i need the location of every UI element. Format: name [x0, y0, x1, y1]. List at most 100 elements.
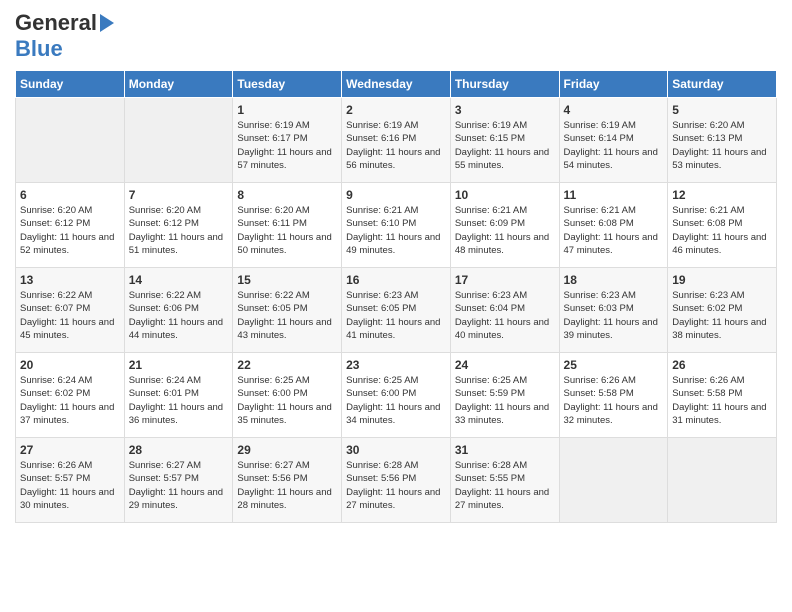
day-number: 30 — [346, 443, 446, 457]
day-info: Sunrise: 6:19 AMSunset: 6:15 PMDaylight:… — [455, 119, 555, 172]
weekday-tuesday: Tuesday — [233, 71, 342, 98]
day-info: Sunrise: 6:20 AMSunset: 6:13 PMDaylight:… — [672, 119, 772, 172]
day-info: Sunrise: 6:26 AMSunset: 5:58 PMDaylight:… — [672, 374, 772, 427]
day-info: Sunrise: 6:28 AMSunset: 5:56 PMDaylight:… — [346, 459, 446, 512]
day-number: 2 — [346, 103, 446, 117]
calendar-table: SundayMondayTuesdayWednesdayThursdayFrid… — [15, 70, 777, 523]
day-info: Sunrise: 6:23 AMSunset: 6:04 PMDaylight:… — [455, 289, 555, 342]
day-number: 22 — [237, 358, 337, 372]
calendar-cell: 26 Sunrise: 6:26 AMSunset: 5:58 PMDayligh… — [668, 353, 777, 438]
weekday-thursday: Thursday — [450, 71, 559, 98]
day-info: Sunrise: 6:20 AMSunset: 6:11 PMDaylight:… — [237, 204, 337, 257]
calendar-cell — [668, 438, 777, 523]
day-number: 7 — [129, 188, 229, 202]
day-info: Sunrise: 6:26 AMSunset: 5:58 PMDaylight:… — [564, 374, 664, 427]
calendar-cell: 30 Sunrise: 6:28 AMSunset: 5:56 PMDayligh… — [342, 438, 451, 523]
day-number: 21 — [129, 358, 229, 372]
weekday-friday: Friday — [559, 71, 668, 98]
day-info: Sunrise: 6:25 AMSunset: 5:59 PMDaylight:… — [455, 374, 555, 427]
calendar-cell: 13 Sunrise: 6:22 AMSunset: 6:07 PMDayligh… — [16, 268, 125, 353]
day-number: 12 — [672, 188, 772, 202]
day-number: 18 — [564, 273, 664, 287]
day-info: Sunrise: 6:20 AMSunset: 6:12 PMDaylight:… — [20, 204, 120, 257]
calendar-cell: 1 Sunrise: 6:19 AMSunset: 6:17 PMDaylight… — [233, 98, 342, 183]
calendar-header: SundayMondayTuesdayWednesdayThursdayFrid… — [16, 71, 777, 98]
day-info: Sunrise: 6:23 AMSunset: 6:03 PMDaylight:… — [564, 289, 664, 342]
calendar-cell: 4 Sunrise: 6:19 AMSunset: 6:14 PMDaylight… — [559, 98, 668, 183]
day-info: Sunrise: 6:21 AMSunset: 6:09 PMDaylight:… — [455, 204, 555, 257]
calendar-cell: 20Sunrise: 6:24 AMSunset: 6:02 PMDayligh… — [16, 353, 125, 438]
day-info: Sunrise: 6:21 AMSunset: 6:08 PMDaylight:… — [672, 204, 772, 257]
day-info: Sunrise: 6:27 AMSunset: 5:57 PMDaylight:… — [129, 459, 229, 512]
calendar-week-3: 20Sunrise: 6:24 AMSunset: 6:02 PMDayligh… — [16, 353, 777, 438]
calendar-week-2: 13 Sunrise: 6:22 AMSunset: 6:07 PMDayligh… — [16, 268, 777, 353]
calendar-cell: 14 Sunrise: 6:22 AMSunset: 6:06 PMDayligh… — [124, 268, 233, 353]
logo-text-blue: Blue — [15, 36, 63, 62]
day-number: 25 — [564, 358, 664, 372]
weekday-header-row: SundayMondayTuesdayWednesdayThursdayFrid… — [16, 71, 777, 98]
calendar-cell: 10 Sunrise: 6:21 AMSunset: 6:09 PMDayligh… — [450, 183, 559, 268]
calendar-week-0: 1 Sunrise: 6:19 AMSunset: 6:17 PMDaylight… — [16, 98, 777, 183]
calendar-cell: 24 Sunrise: 6:25 AMSunset: 5:59 PMDayligh… — [450, 353, 559, 438]
calendar-cell: 16 Sunrise: 6:23 AMSunset: 6:05 PMDayligh… — [342, 268, 451, 353]
day-number: 8 — [237, 188, 337, 202]
calendar-cell: 7 Sunrise: 6:20 AMSunset: 6:12 PMDaylight… — [124, 183, 233, 268]
day-number: 13 — [20, 273, 120, 287]
page-header: General Blue — [15, 10, 777, 62]
day-info: Sunrise: 6:25 AMSunset: 6:00 PMDaylight:… — [237, 374, 337, 427]
calendar-cell: 18 Sunrise: 6:23 AMSunset: 6:03 PMDayligh… — [559, 268, 668, 353]
day-number: 4 — [564, 103, 664, 117]
day-number: 19 — [672, 273, 772, 287]
day-info: Sunrise: 6:23 AMSunset: 6:02 PMDaylight:… — [672, 289, 772, 342]
calendar-cell: 5Sunrise: 6:20 AMSunset: 6:13 PMDaylight… — [668, 98, 777, 183]
calendar-cell — [16, 98, 125, 183]
calendar-cell: 8 Sunrise: 6:20 AMSunset: 6:11 PMDaylight… — [233, 183, 342, 268]
day-info: Sunrise: 6:19 AMSunset: 6:16 PMDaylight:… — [346, 119, 446, 172]
day-number: 6 — [20, 188, 120, 202]
day-info: Sunrise: 6:27 AMSunset: 5:56 PMDaylight:… — [237, 459, 337, 512]
day-info: Sunrise: 6:22 AMSunset: 6:07 PMDaylight:… — [20, 289, 120, 342]
calendar-cell: 28Sunrise: 6:27 AMSunset: 5:57 PMDayligh… — [124, 438, 233, 523]
calendar-cell: 2 Sunrise: 6:19 AMSunset: 6:16 PMDaylight… — [342, 98, 451, 183]
calendar-cell: 9Sunrise: 6:21 AMSunset: 6:10 PMDaylight… — [342, 183, 451, 268]
calendar-cell — [124, 98, 233, 183]
day-number: 3 — [455, 103, 555, 117]
day-number: 14 — [129, 273, 229, 287]
day-number: 29 — [237, 443, 337, 457]
day-number: 10 — [455, 188, 555, 202]
day-number: 1 — [237, 103, 337, 117]
calendar-cell: 22 Sunrise: 6:25 AMSunset: 6:00 PMDayligh… — [233, 353, 342, 438]
day-number: 24 — [455, 358, 555, 372]
day-info: Sunrise: 6:21 AMSunset: 6:10 PMDaylight:… — [346, 204, 446, 257]
logo-arrow-icon — [100, 14, 114, 32]
calendar-cell — [559, 438, 668, 523]
calendar-body: 1 Sunrise: 6:19 AMSunset: 6:17 PMDaylight… — [16, 98, 777, 523]
day-number: 31 — [455, 443, 555, 457]
calendar-cell: 21Sunrise: 6:24 AMSunset: 6:01 PMDayligh… — [124, 353, 233, 438]
day-info: Sunrise: 6:26 AMSunset: 5:57 PMDaylight:… — [20, 459, 120, 512]
calendar-week-4: 27Sunrise: 6:26 AMSunset: 5:57 PMDayligh… — [16, 438, 777, 523]
day-info: Sunrise: 6:22 AMSunset: 6:06 PMDaylight:… — [129, 289, 229, 342]
day-number: 11 — [564, 188, 664, 202]
day-info: Sunrise: 6:23 AMSunset: 6:05 PMDaylight:… — [346, 289, 446, 342]
logo: General Blue — [15, 10, 114, 62]
calendar-cell: 19 Sunrise: 6:23 AMSunset: 6:02 PMDayligh… — [668, 268, 777, 353]
calendar-cell: 31Sunrise: 6:28 AMSunset: 5:55 PMDayligh… — [450, 438, 559, 523]
calendar-cell: 17Sunrise: 6:23 AMSunset: 6:04 PMDayligh… — [450, 268, 559, 353]
day-info: Sunrise: 6:19 AMSunset: 6:14 PMDaylight:… — [564, 119, 664, 172]
calendar-cell: 29 Sunrise: 6:27 AMSunset: 5:56 PMDayligh… — [233, 438, 342, 523]
day-info: Sunrise: 6:21 AMSunset: 6:08 PMDaylight:… — [564, 204, 664, 257]
weekday-sunday: Sunday — [16, 71, 125, 98]
calendar-week-1: 6 Sunrise: 6:20 AMSunset: 6:12 PMDaylight… — [16, 183, 777, 268]
calendar-cell: 11 Sunrise: 6:21 AMSunset: 6:08 PMDayligh… — [559, 183, 668, 268]
day-number: 16 — [346, 273, 446, 287]
calendar-cell: 23Sunrise: 6:25 AMSunset: 6:00 PMDayligh… — [342, 353, 451, 438]
day-info: Sunrise: 6:19 AMSunset: 6:17 PMDaylight:… — [237, 119, 337, 172]
day-number: 26 — [672, 358, 772, 372]
calendar-cell: 6 Sunrise: 6:20 AMSunset: 6:12 PMDaylight… — [16, 183, 125, 268]
weekday-wednesday: Wednesday — [342, 71, 451, 98]
calendar-cell: 3 Sunrise: 6:19 AMSunset: 6:15 PMDaylight… — [450, 98, 559, 183]
calendar-cell: 15Sunrise: 6:22 AMSunset: 6:05 PMDayligh… — [233, 268, 342, 353]
day-info: Sunrise: 6:20 AMSunset: 6:12 PMDaylight:… — [129, 204, 229, 257]
day-info: Sunrise: 6:25 AMSunset: 6:00 PMDaylight:… — [346, 374, 446, 427]
